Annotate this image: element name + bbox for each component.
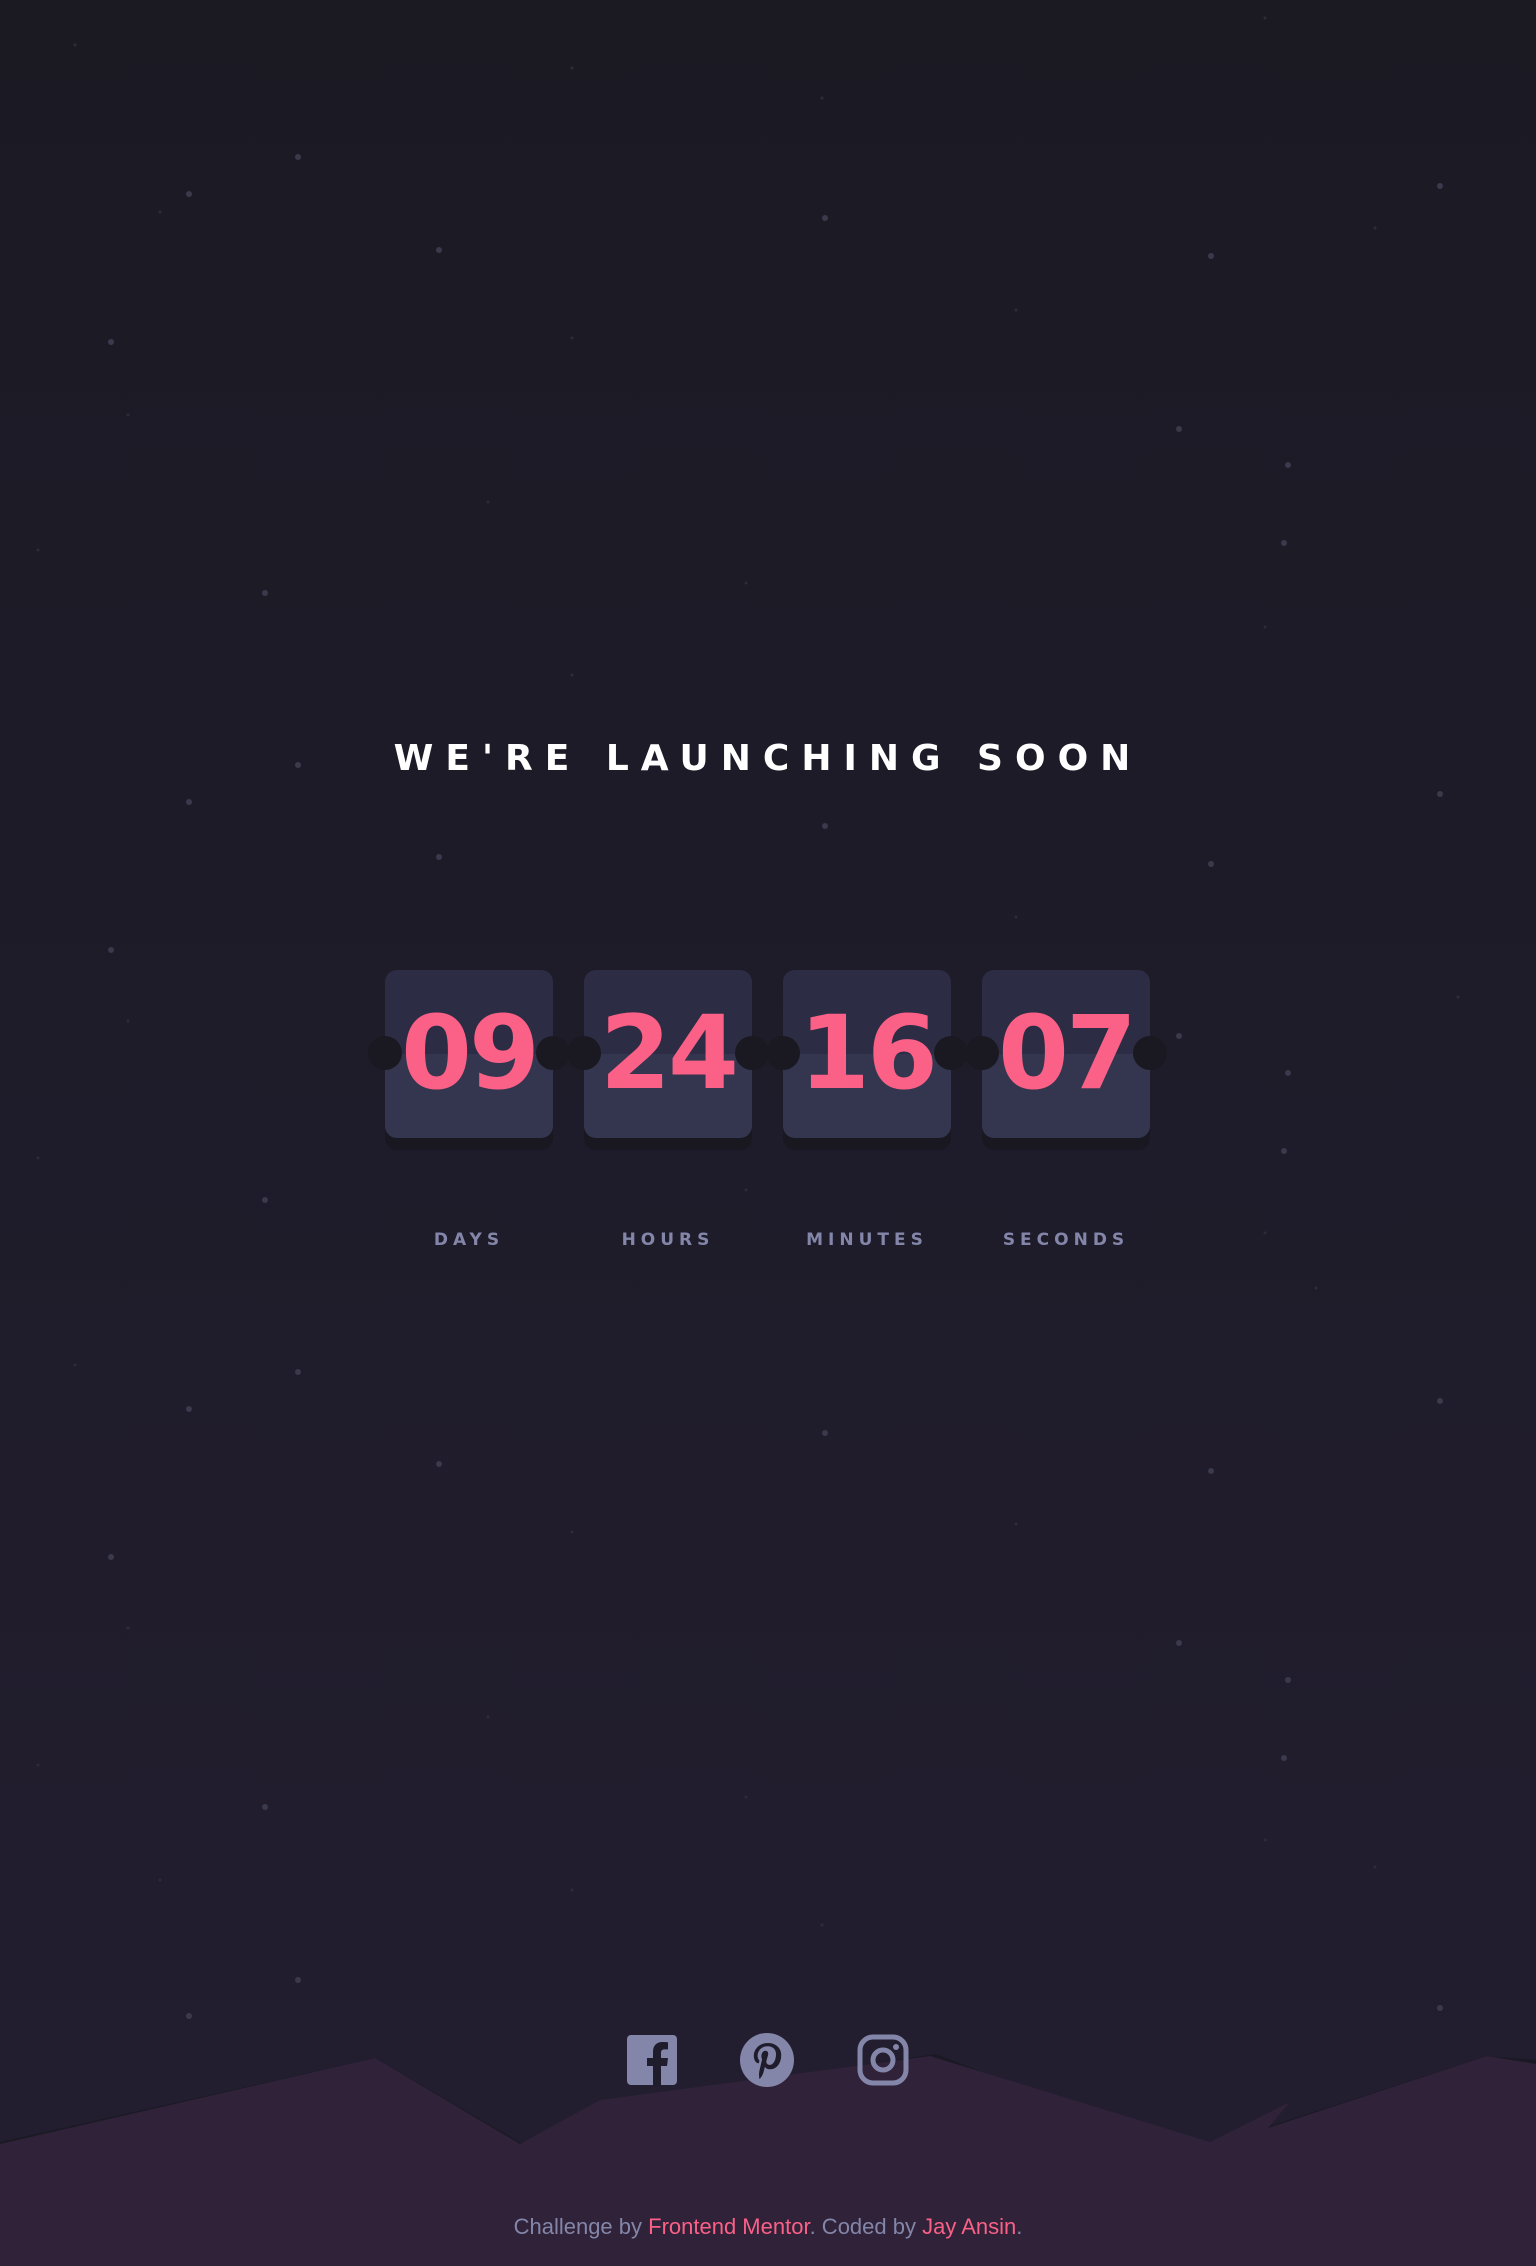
days-label: DAYS bbox=[433, 1230, 505, 1250]
pinterest-link[interactable] bbox=[739, 2032, 795, 2088]
frontend-mentor-link[interactable]: Frontend Mentor bbox=[648, 2214, 809, 2239]
facebook-link[interactable] bbox=[624, 2032, 680, 2088]
footer-attribution: Challenge by Frontend Mentor. Coded by J… bbox=[0, 2214, 1536, 2240]
author-link[interactable]: Jay Ansin bbox=[922, 2214, 1016, 2239]
card-notch bbox=[766, 1036, 800, 1070]
instagram-link[interactable] bbox=[855, 2032, 911, 2088]
facebook-icon bbox=[627, 2035, 677, 2086]
card-notch bbox=[536, 1036, 570, 1070]
card-notch bbox=[735, 1036, 769, 1070]
days-value: 09 bbox=[401, 994, 540, 1113]
footer-prefix: Challenge by bbox=[513, 2214, 649, 2239]
card-notch bbox=[1133, 1036, 1167, 1070]
seconds-label: SECONDS bbox=[1002, 1230, 1130, 1250]
minutes-label: MINUTES bbox=[806, 1230, 928, 1250]
page-title: WE'RE LAUNCHING SOON bbox=[393, 738, 1143, 779]
starfield-background bbox=[36, 16, 1460, 2019]
card-notch bbox=[368, 1036, 402, 1070]
instagram-icon bbox=[857, 2034, 909, 2086]
footer-suffix: . bbox=[1016, 2214, 1023, 2239]
hours-value: 24 bbox=[600, 994, 739, 1113]
seconds-card: 07 bbox=[982, 970, 1150, 1138]
pinterest-icon bbox=[740, 2033, 794, 2087]
seconds-value: 07 bbox=[998, 994, 1137, 1113]
card-notch bbox=[934, 1036, 968, 1070]
hours-card: 24 bbox=[584, 970, 752, 1138]
hours-label: HOURS bbox=[621, 1230, 715, 1250]
minutes-card: 16 bbox=[783, 970, 951, 1138]
footer-middle: . Coded by bbox=[809, 2214, 923, 2239]
days-card: 09 bbox=[385, 970, 553, 1138]
minutes-value: 16 bbox=[799, 994, 938, 1113]
card-notch bbox=[567, 1036, 601, 1070]
card-notch bbox=[965, 1036, 999, 1070]
